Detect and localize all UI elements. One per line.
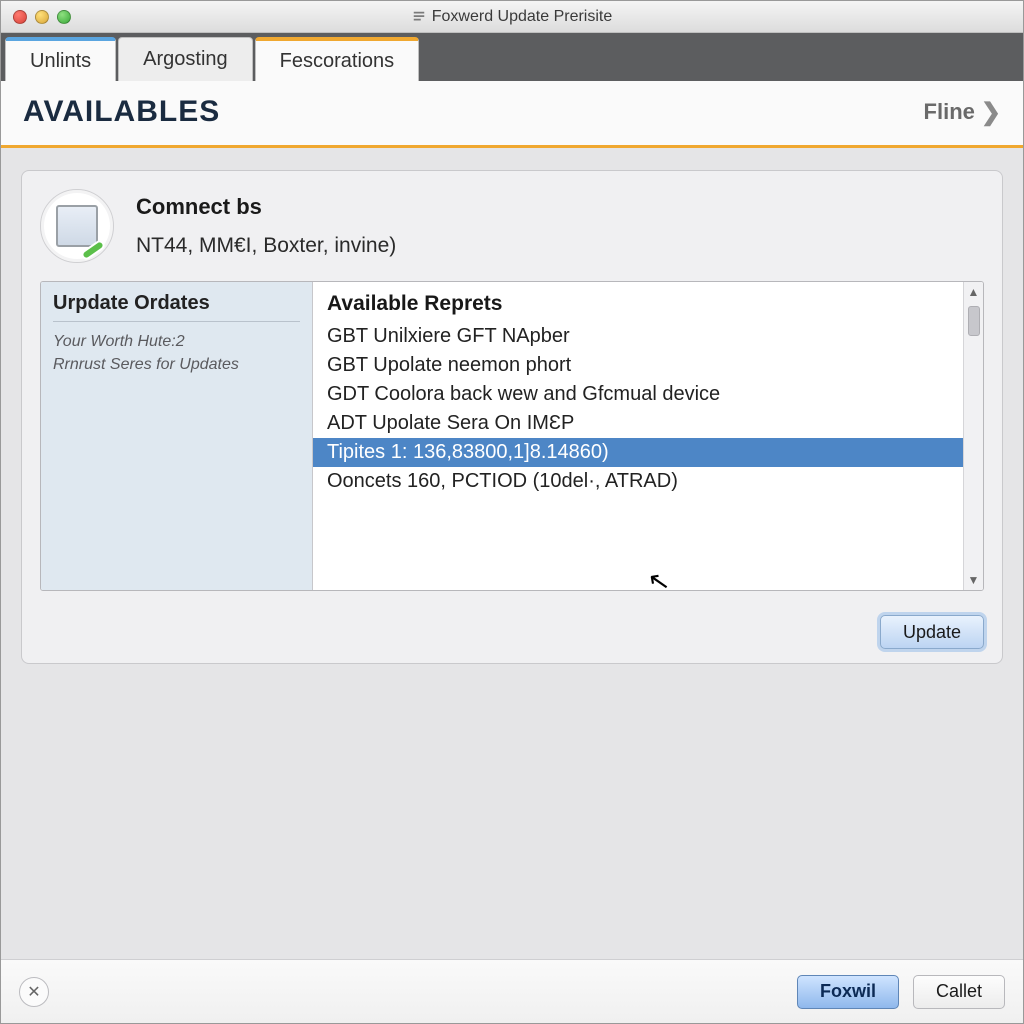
scroll-up-icon[interactable]: ▲ xyxy=(968,282,980,302)
chevron-right-icon: ❯ xyxy=(981,98,1001,127)
app-icon xyxy=(412,10,426,24)
page-title: AVAILABLES xyxy=(23,95,220,129)
window-controls xyxy=(13,10,71,24)
split-panel: Urpdate Ordates Your Worth Hute:2 Rrnrus… xyxy=(40,281,984,591)
window-title: Foxwerd Update Prerisite xyxy=(1,8,1023,26)
tab-label: Argosting xyxy=(143,48,228,71)
list-panel: Available Reprets GBT Unilxiere GFT NApb… xyxy=(313,282,983,590)
next-link-label: Fline xyxy=(924,99,975,125)
sidebar-line: Your Worth Hute:2 xyxy=(53,330,300,353)
next-link[interactable]: Fline ❯ xyxy=(924,98,1001,127)
close-window-button[interactable] xyxy=(13,10,27,24)
document-update-icon xyxy=(56,205,98,247)
zoom-window-button[interactable] xyxy=(57,10,71,24)
connect-subtitle: NT44, MM€I, Boxter, invine) xyxy=(136,234,396,258)
list-item[interactable]: GBT Unilxiere GFT NApber xyxy=(313,322,983,351)
sidebar-line: Rrnrust Seres for Updates xyxy=(53,353,300,376)
window-title-text: Foxwerd Update Prerisite xyxy=(432,8,613,26)
tab-strip: Unlints Argosting Fescorations xyxy=(1,33,1023,81)
connect-row: Comnect bs NT44, MM€I, Boxter, invine) xyxy=(40,189,984,263)
list-item[interactable]: GDT Coolora back wew and Gfϲmual device xyxy=(313,380,983,409)
footer-left-button[interactable]: ✕ xyxy=(19,977,49,1007)
update-button[interactable]: Update xyxy=(880,615,984,649)
tab-argosting[interactable]: Argosting xyxy=(118,37,253,81)
tab-label: Unlints xyxy=(30,50,91,73)
list-title: Available Reprets xyxy=(313,282,983,322)
connect-icon xyxy=(40,189,114,263)
foxwil-button[interactable]: Foxwil xyxy=(797,975,899,1009)
scrollbar[interactable]: ▲ ▼ xyxy=(963,282,983,590)
callet-button[interactable]: Callet xyxy=(913,975,1005,1009)
list-item[interactable]: Ooncets 160, PCTIOD (10del·, ATRAD) xyxy=(313,467,983,496)
update-row: Update xyxy=(40,609,984,649)
titlebar: Foxwerd Update Prerisite xyxy=(1,1,1023,33)
close-icon: ✕ xyxy=(27,982,40,1002)
list-item[interactable]: Tipites 1: 136,83800,1]8.14860) xyxy=(313,438,983,467)
app-window: Foxwerd Update Prerisite Unlints Argosti… xyxy=(0,0,1024,1024)
list-item[interactable]: ADT Upolate Sera On IMƐP xyxy=(313,409,983,438)
scroll-down-icon[interactable]: ▼ xyxy=(964,570,983,590)
main-canvas: Comnect bs NT44, MM€I, Boxter, invine) U… xyxy=(1,148,1023,959)
scroll-thumb[interactable] xyxy=(968,306,980,336)
tab-unlints[interactable]: Unlints xyxy=(5,37,116,81)
connect-texts: Comnect bs NT44, MM€I, Boxter, invine) xyxy=(136,194,396,258)
footer-right-buttons: Foxwil Callet xyxy=(797,975,1005,1009)
sidebar-divider xyxy=(53,321,300,322)
sidebar-title: Urpdate Ordates xyxy=(53,292,300,315)
update-card: Comnect bs NT44, MM€I, Boxter, invine) U… xyxy=(21,170,1003,664)
footer-bar: ✕ Foxwil Callet xyxy=(1,959,1023,1023)
list-items: GBT Unilxiere GFT NApber GBT Upolate nee… xyxy=(313,322,983,590)
minimize-window-button[interactable] xyxy=(35,10,49,24)
sidebar-panel: Urpdate Ordates Your Worth Hute:2 Rrnrus… xyxy=(41,282,313,590)
tab-fescorations[interactable]: Fescorations xyxy=(255,37,420,81)
list-item[interactable]: GBT Upolate neemon phort xyxy=(313,351,983,380)
scrollbar-top[interactable]: ▲ xyxy=(968,282,980,336)
connect-title: Comnect bs xyxy=(136,194,396,220)
tab-label: Fescorations xyxy=(280,50,395,73)
page-header: AVAILABLES Fline ❯ xyxy=(1,81,1023,148)
